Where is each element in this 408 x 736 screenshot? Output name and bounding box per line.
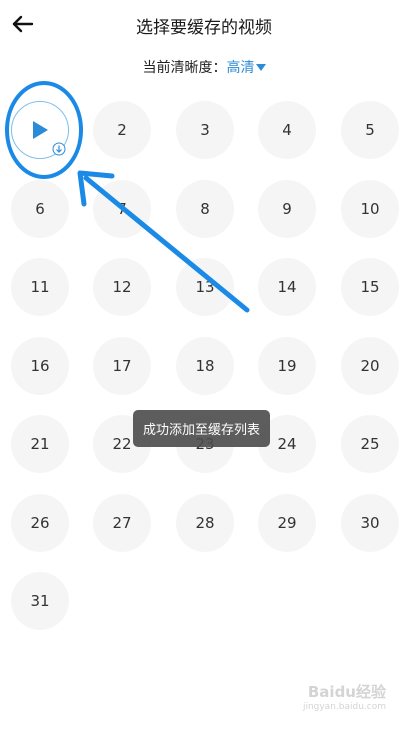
episode-number: 9: [282, 199, 292, 218]
episode-cell[interactable]: 6: [11, 179, 69, 238]
header: 选择要缓存的视频: [0, 0, 408, 48]
episode-number: 4: [282, 121, 292, 139]
episode-cell[interactable]: 7: [93, 179, 151, 238]
episode-number: 6: [35, 199, 45, 218]
episode-number: 3: [200, 121, 210, 139]
episode-cell[interactable]: 19: [258, 336, 316, 395]
episode-number: 5: [365, 121, 375, 139]
episode-number: 31: [30, 592, 50, 610]
episode-cell[interactable]: 26: [11, 493, 69, 552]
episode-number: 27: [112, 513, 132, 532]
episode-number: 2: [117, 121, 127, 139]
episode-number: 16: [30, 356, 50, 375]
episode-number: 12: [112, 278, 132, 296]
episode-cell[interactable]: 31: [11, 572, 69, 630]
episode-number: 18: [195, 356, 215, 375]
episode-cell[interactable]: 13: [176, 258, 234, 316]
episode-cell[interactable]: 11: [11, 258, 69, 316]
episode-number: 28: [195, 513, 215, 532]
episode-number: 15: [360, 278, 380, 296]
episode-number: 8: [200, 199, 210, 218]
episode-number: 17: [112, 356, 132, 375]
quality-value[interactable]: 高清: [227, 60, 255, 76]
episode-cell[interactable]: 8: [176, 179, 234, 238]
triangle-down-icon[interactable]: [255, 64, 266, 72]
episode-cell[interactable]: 25: [341, 415, 399, 473]
episode-cell[interactable]: 15: [341, 258, 399, 316]
episode-number: 24: [277, 435, 297, 453]
episode-cell[interactable]: 29: [258, 493, 316, 552]
episode-cell[interactable]: 17: [93, 336, 151, 395]
episode-number: 30: [360, 513, 380, 532]
episode-number: 29: [277, 513, 297, 532]
episode-number: 7: [117, 199, 127, 218]
episode-number: 19: [277, 356, 297, 375]
episode-number: 14: [277, 278, 297, 296]
episode-number: 26: [30, 513, 50, 532]
play-icon: [33, 121, 48, 139]
episode-cell[interactable]: 28: [176, 493, 234, 552]
watermark-url: jingyan.baidu.com: [302, 702, 386, 712]
episode-number: 20: [360, 356, 380, 375]
episode-cell[interactable]: 20: [341, 336, 399, 395]
quality-selector[interactable]: 当前清晰度：高清: [0, 57, 408, 77]
episode-number: 10: [360, 199, 380, 218]
watermark-text: Baidu经验: [307, 683, 386, 701]
quality-label: 当前清晰度：: [142, 60, 227, 76]
episode-cell[interactable]: 2: [93, 101, 151, 159]
watermark: Baidu经验 jingyan.baidu.com: [303, 681, 386, 712]
episode-number: 21: [30, 435, 50, 453]
episode-cell[interactable]: 18: [176, 336, 234, 395]
episode-cell[interactable]: 5: [341, 101, 399, 159]
episode-cell[interactable]: 27: [93, 493, 151, 552]
episode-cell[interactable]: 21: [11, 415, 69, 473]
episode-cell[interactable]: 12: [93, 258, 151, 316]
episode-number: 13: [195, 278, 215, 296]
episode-cell[interactable]: 14: [258, 258, 316, 316]
episode-cell[interactable]: [11, 101, 69, 159]
episode-cell[interactable]: 3: [176, 101, 234, 159]
episode-number: 25: [360, 435, 380, 453]
episode-cell[interactable]: 9: [258, 179, 316, 238]
episode-cell[interactable]: 4: [258, 101, 316, 159]
episode-cell[interactable]: 30: [341, 493, 399, 552]
episode-number: 22: [112, 435, 132, 453]
episode-cell[interactable]: 16: [11, 336, 69, 395]
download-badge-icon: [52, 142, 66, 156]
episode-number: 11: [30, 278, 50, 296]
episode-cell[interactable]: 10: [341, 179, 399, 238]
toast-message: 成功添加至缓存列表: [133, 410, 271, 447]
page-title: 选择要缓存的视频: [136, 18, 272, 38]
